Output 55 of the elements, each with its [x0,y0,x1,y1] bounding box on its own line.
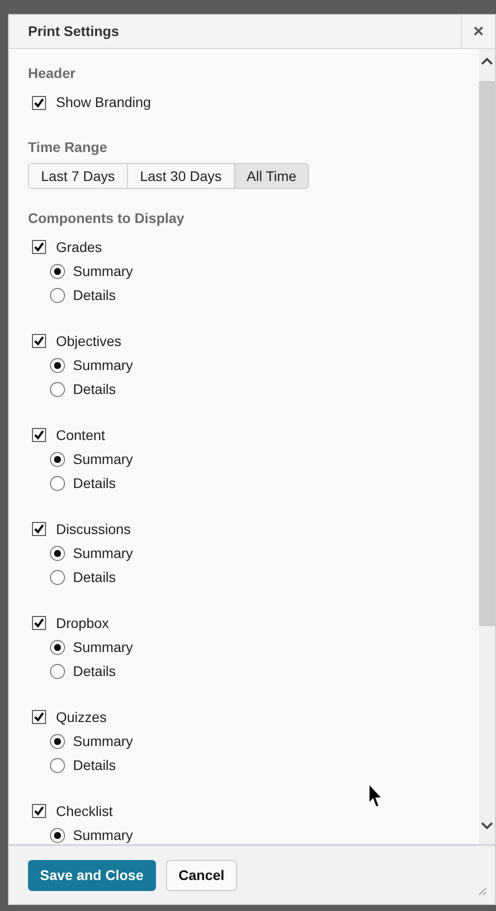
mouse-pointer-icon [368,783,384,809]
radio-button[interactable] [50,570,65,584]
radio-label: Summary [73,450,133,469]
checkbox[interactable] [32,428,46,442]
checkbox[interactable] [32,710,46,724]
radio-button[interactable] [50,664,65,678]
radio-label: Details [73,474,116,492]
radio-label: Summary [73,356,133,375]
scrollbar[interactable] [479,49,495,844]
checkbox-label: Checklist [56,802,113,820]
checkbox[interactable] [32,334,46,348]
radio-button[interactable] [50,758,65,772]
checkbox[interactable] [32,96,46,110]
checkbox-label: Quizzes [56,708,107,727]
checkbox-label: Show Branding [56,93,151,112]
checkbox[interactable] [32,616,46,630]
radio-button[interactable] [50,382,65,396]
radio-label: Summary [73,544,133,563]
radio-label: Details [73,380,116,398]
radio-label: Details [73,286,116,304]
radio-label: Details [73,662,116,680]
radio-button[interactable] [50,640,65,654]
radio-button[interactable] [50,476,65,490]
checkbox[interactable] [32,804,46,818]
scroll-down-icon[interactable] [481,822,493,830]
section-heading: Components to Display [28,209,186,228]
section-heading: Header [28,64,76,83]
checkbox-label: Objectives [56,332,122,351]
dialog-title: Print Settings [27,22,120,41]
save-button[interactable]: Save and Close [28,860,156,890]
cancel-button[interactable]: Cancel [166,860,238,890]
radio-label: Summary [73,732,133,751]
radio-button[interactable] [50,734,65,748]
checkbox-label: Discussions [56,520,131,538]
checkbox-label: Dropbox [56,614,109,633]
radio-button[interactable] [50,358,65,372]
checkbox-label: Content [56,426,106,444]
radio-label: Summary [73,826,133,844]
scrollbar-thumb[interactable] [479,81,495,626]
scroll-up-icon[interactable] [481,57,493,65]
radio-label: Details [73,756,116,774]
checkbox-label: Grades [56,238,102,256]
radio-label: Summary [73,262,133,281]
radio-button[interactable] [50,264,65,278]
checkbox[interactable] [32,522,46,536]
radio-label: Details [73,568,116,586]
section-heading: Time Range [28,138,108,157]
radio-button[interactable] [50,288,65,302]
radio-button[interactable] [50,828,65,842]
radio-button[interactable] [50,452,65,466]
time-range-tab[interactable]: All Time [234,164,308,188]
radio-button[interactable] [50,546,65,560]
resize-grip-icon[interactable] [477,886,487,896]
checkbox[interactable] [32,240,46,254]
radio-label: Summary [73,638,133,657]
